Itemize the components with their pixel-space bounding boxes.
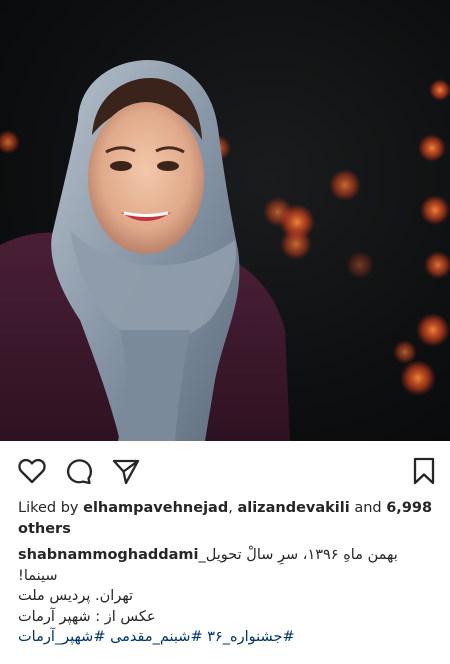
likes-and-text: and: [349, 500, 387, 516]
likes-prefix: Liked by: [18, 500, 84, 516]
caption-line-2: سینما!: [18, 567, 58, 584]
caption-username-link[interactable]: shabnammoghaddami: [18, 547, 199, 563]
caption-hashtags[interactable]: #جشنواره_۳۶ #شبنم_مقدمی #شهپر_آرمات: [18, 627, 428, 648]
likes-others-label[interactable]: others: [18, 521, 71, 537]
post-photo[interactable]: [0, 0, 450, 441]
likes-summary: Liked by elhampavehnejad, alizandevakili…: [18, 498, 438, 540]
portrait-image: [0, 60, 450, 441]
paper-plane-icon[interactable]: [111, 456, 141, 486]
liked-by-user-link[interactable]: alizandevakili: [237, 500, 349, 516]
heart-icon[interactable]: [17, 456, 47, 486]
caption-line-3: تهران. پردیس ملت: [18, 588, 134, 604]
post-actions-bar: [0, 441, 450, 499]
bookmark-icon[interactable]: [409, 456, 439, 486]
liked-by-user-link[interactable]: elhampavehnejad: [83, 500, 228, 516]
likes-others-count[interactable]: 6,998: [386, 500, 432, 516]
caption-line-4: عکس از : شهپر آرمات: [18, 608, 156, 625]
comment-icon[interactable]: [64, 456, 94, 486]
post-caption: shabnammoghaddamiبهمن ماهِ ۱۳۹۶، سرِ سال…: [18, 545, 428, 648]
caption-line-1: بهمن ماهِ ۱۳۹۶، سرِ سالْ تحویل_: [198, 547, 398, 563]
